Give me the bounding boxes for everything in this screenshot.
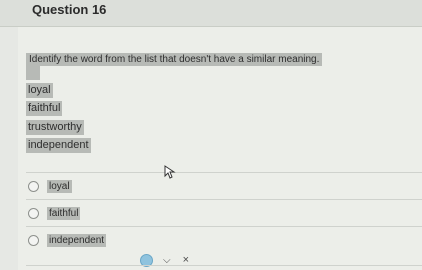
answer-option-independent[interactable]: independent xyxy=(26,231,107,249)
answer-option-faithful[interactable]: faithful xyxy=(26,204,81,222)
divider xyxy=(26,199,422,200)
question-header: Question 16 xyxy=(0,0,422,27)
divider xyxy=(26,226,422,227)
word-list-item: trustworthy xyxy=(26,120,84,135)
highlight-block xyxy=(26,66,40,80)
answer-option-label[interactable]: loyal xyxy=(47,179,72,193)
divider xyxy=(26,172,422,173)
question-prompt: Identify the word from the list that doe… xyxy=(26,53,323,66)
word-list-item: faithful xyxy=(26,101,63,116)
answer-option-label[interactable]: faithful xyxy=(47,206,81,220)
answer-option-label[interactable]: independent xyxy=(47,233,107,247)
divider xyxy=(26,265,422,266)
radio-button[interactable] xyxy=(28,234,39,246)
word-list-item: loyal xyxy=(26,83,53,98)
word-list-item: independent xyxy=(26,138,91,153)
chevron-down-icon[interactable]: ⌵ xyxy=(163,255,171,266)
mouse-pointer-icon xyxy=(164,165,176,179)
answer-option-loyal[interactable]: loyal xyxy=(26,177,72,195)
radio-button[interactable] xyxy=(28,207,39,219)
quiz-page: Question 16 Identify the word from the l… xyxy=(0,0,422,270)
question-title: Question 16 xyxy=(32,2,107,17)
radio-button[interactable] xyxy=(28,180,39,192)
